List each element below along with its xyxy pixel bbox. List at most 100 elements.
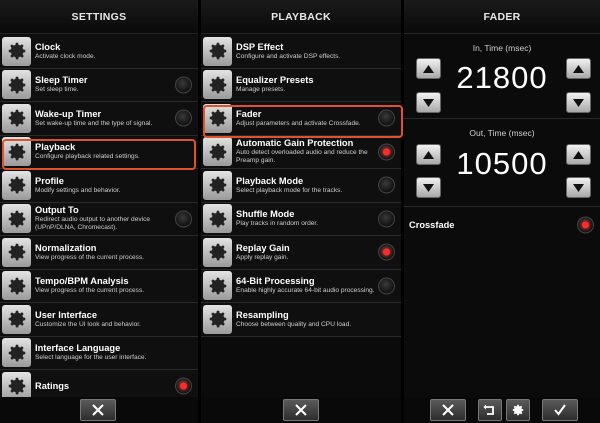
gear-icon [2, 70, 31, 100]
playback-item-toggle[interactable] [378, 277, 395, 295]
fader-reset-button[interactable] [478, 399, 502, 421]
fader-out-down-button[interactable] [416, 177, 441, 198]
settings-item-description: Set sleep time. [35, 86, 79, 94]
playback-item-title: Shuffle Mode [236, 209, 295, 220]
crossfade-label: Crossfade [409, 220, 455, 230]
playback-item-playback-mode[interactable]: Playback Mode Select playback mode for th… [201, 169, 401, 203]
fader-header: FADER [404, 0, 600, 34]
playback-item-shuffle-mode[interactable]: Shuffle Mode Play tracks in random order. [201, 202, 401, 236]
settings-item-wake-up-timer[interactable]: Wake-up Timer Set wake-up time and the ty… [0, 102, 198, 136]
settings-item-toggle[interactable] [175, 377, 192, 395]
fader-in-up-button-right[interactable] [566, 58, 591, 79]
fader-in-down-button-right[interactable] [566, 92, 591, 113]
arrow-up-icon [423, 64, 434, 73]
playback-item-title: 64-Bit Processing [236, 276, 315, 287]
playback-item-dsp-effect[interactable]: DSP Effect Configure and activate DSP eff… [201, 35, 401, 69]
gear-icon [203, 304, 232, 334]
gear-icon [512, 404, 524, 416]
playback-header: PLAYBACK [201, 0, 401, 34]
playback-panel: PLAYBACK DSP Effect Configure and activat… [201, 0, 401, 423]
fader-in-label: In, Time (msec) [472, 43, 532, 53]
gear-icon [203, 36, 232, 66]
playback-item-toggle[interactable] [378, 143, 395, 161]
playback-item-equalizer-presets[interactable]: Equalizer Presets Manage presets. [201, 68, 401, 102]
settings-item-text: Output To Redirect audio output to anothe… [35, 205, 198, 232]
playback-item-fader[interactable]: Fader Adjust parameters and activate Cros… [201, 102, 401, 136]
arrow-down-icon [423, 98, 434, 107]
playback-item-description: Choose between quality and CPU load. [236, 320, 352, 328]
playback-item-text: Fader Adjust parameters and activate Cros… [236, 109, 401, 128]
settings-item-toggle[interactable] [175, 76, 192, 94]
fader-in-value: 21800 [456, 60, 548, 95]
gear-icon [2, 103, 31, 133]
settings-item-text: Profile Modify settings and behavior. [35, 176, 198, 195]
settings-item-playback[interactable]: Playback Configure playback related setti… [0, 135, 198, 169]
fader-out-up-button-right[interactable] [566, 144, 591, 165]
fader-close-button[interactable] [430, 399, 466, 421]
playback-item-resampling[interactable]: Resampling Choose between quality and CPU… [201, 303, 401, 337]
settings-item-toggle[interactable] [175, 109, 192, 127]
settings-item-tempo-bpm-analysis[interactable]: Tempo/BPM Analysis View progress of the c… [0, 269, 198, 303]
fader-in-down-button[interactable] [416, 92, 441, 113]
settings-item-title: Ratings [35, 381, 70, 392]
settings-item-normalization[interactable]: Normalization View progress of the curren… [0, 236, 198, 270]
settings-item-toggle[interactable] [175, 210, 192, 228]
fader-in-up-button[interactable] [416, 58, 441, 79]
crossfade-row[interactable]: Crossfade [404, 210, 600, 240]
playback-item-64-bit-processing[interactable]: 64-Bit Processing Enable highly accurate … [201, 269, 401, 303]
playback-item-replay-gain[interactable]: Replay Gain Apply replay gain. [201, 236, 401, 270]
gear-icon [203, 237, 232, 267]
gear-icon [2, 36, 31, 66]
playback-item-title: Equalizer Presets [236, 75, 314, 86]
playback-item-text: Playback Mode Select playback mode for th… [236, 176, 401, 195]
playback-list[interactable]: DSP Effect Configure and activate DSP eff… [201, 35, 401, 397]
crossfade-radio[interactable] [577, 216, 594, 234]
playback-item-text: Resampling Choose between quality and CPU… [236, 310, 401, 329]
settings-item-text: Ratings [35, 381, 198, 391]
settings-item-text: Playback Configure playback related setti… [35, 142, 198, 161]
settings-item-text: Wake-up Timer Set wake-up time and the ty… [35, 109, 198, 128]
check-icon [554, 404, 566, 416]
arrow-down-icon [423, 183, 434, 192]
settings-list[interactable]: Clock Activate clock mode. Sleep Timer Set … [0, 35, 198, 397]
fader-out-up-button[interactable] [416, 144, 441, 165]
fader-panel: FADER In, Time (msec) 21800 Out, Time (m… [404, 0, 600, 423]
playback-item-text: Equalizer Presets Manage presets. [236, 75, 401, 94]
settings-item-ratings[interactable]: Ratings [0, 370, 198, 397]
close-icon [295, 404, 307, 416]
playback-item-automatic-gain-protection[interactable]: Automatic Gain Protection Auto detect ove… [201, 135, 401, 169]
playback-item-toggle[interactable] [378, 210, 395, 228]
playback-close-button[interactable] [283, 399, 319, 421]
gear-icon [2, 371, 31, 397]
settings-item-description: View progress of the current process. [35, 287, 145, 295]
playback-item-text: 64-Bit Processing Enable highly accurate … [236, 276, 401, 295]
fader-out-down-button-right[interactable] [566, 177, 591, 198]
settings-close-button[interactable] [80, 399, 116, 421]
fader-out-value: 10500 [456, 146, 548, 181]
gear-icon [2, 204, 31, 234]
settings-item-sleep-timer[interactable]: Sleep Timer Set sleep time. [0, 68, 198, 102]
fader-settings-button[interactable] [506, 399, 530, 421]
playback-item-toggle[interactable] [378, 109, 395, 127]
playback-item-description: Apply replay gain. [236, 253, 289, 261]
gear-icon [2, 338, 31, 368]
settings-item-text: Normalization View progress of the curren… [35, 243, 198, 262]
settings-item-description: Customize the UI look and behavior. [35, 320, 141, 328]
gear-icon [203, 204, 232, 234]
settings-item-interface-language[interactable]: Interface Language Select language for th… [0, 336, 198, 370]
gear-icon [2, 237, 31, 267]
settings-item-clock[interactable]: Clock Activate clock mode. [0, 35, 198, 69]
playback-item-toggle[interactable] [378, 176, 395, 194]
playback-item-title: Automatic Gain Protection [236, 138, 354, 149]
settings-item-user-interface[interactable]: User Interface Customize the UI look and … [0, 303, 198, 337]
playback-item-toggle[interactable] [378, 243, 395, 261]
settings-item-output-to[interactable]: Output To Redirect audio output to anothe… [0, 202, 198, 236]
close-icon [92, 404, 104, 416]
settings-item-profile[interactable]: Profile Modify settings and behavior. [0, 169, 198, 203]
fader-confirm-button[interactable] [542, 399, 578, 421]
settings-item-description: Set wake-up time and the type of signal. [35, 119, 153, 127]
settings-item-text: Interface Language Select language for th… [35, 343, 198, 362]
gear-icon [2, 170, 31, 200]
playback-item-title: Replay Gain [236, 242, 290, 253]
arrow-down-icon [573, 183, 584, 192]
